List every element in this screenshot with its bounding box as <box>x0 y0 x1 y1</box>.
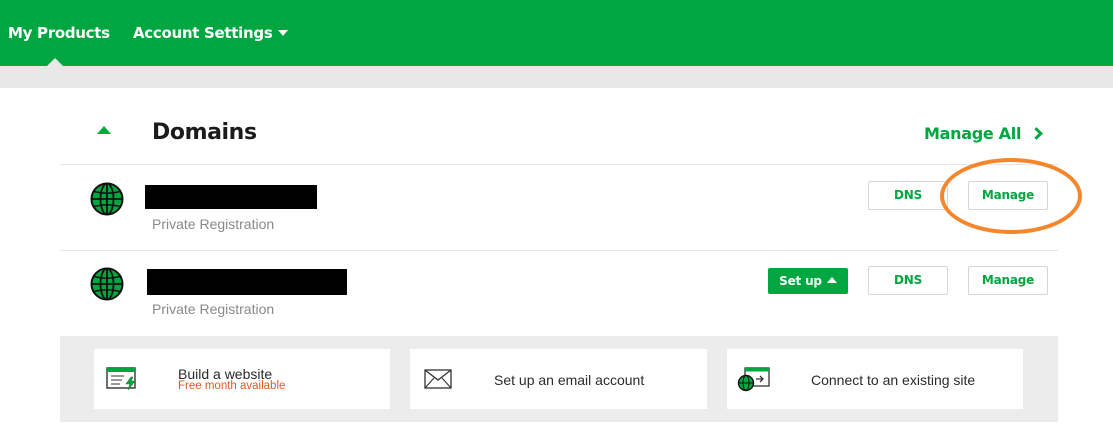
collapse-section-icon[interactable] <box>97 126 111 134</box>
globe-icon <box>90 182 124 216</box>
nav-account-settings-label: Account Settings <box>133 24 273 42</box>
globe-icon <box>90 267 124 301</box>
divider <box>60 164 1058 165</box>
registration-type: Private Registration <box>152 301 275 317</box>
redacted-domain-name <box>147 269 347 295</box>
website-builder-icon <box>106 367 136 391</box>
manage-button[interactable]: Manage <box>968 181 1048 210</box>
connect-site-icon <box>737 367 770 392</box>
manage-all-link[interactable]: Manage All <box>924 124 1021 143</box>
nav-account-settings[interactable]: Account Settings <box>133 24 289 42</box>
chevron-down-icon <box>278 30 289 36</box>
active-tab-indicator <box>47 58 63 66</box>
manage-button[interactable]: Manage <box>968 266 1048 295</box>
setup-button[interactable]: Set up <box>768 268 848 294</box>
top-nav: My Products Account Settings <box>0 0 1113 66</box>
redacted-domain-name <box>145 185 317 209</box>
setup-button-label: Set up <box>779 274 822 288</box>
chevron-up-icon <box>826 277 837 283</box>
email-account-title: Set up an email account <box>494 372 645 388</box>
build-website-card[interactable]: Build a website Free month available <box>94 349 390 409</box>
connect-site-card[interactable]: Connect to an existing site <box>727 349 1023 409</box>
connect-site-title: Connect to an existing site <box>811 372 976 388</box>
divider <box>60 250 1058 251</box>
registration-type: Private Registration <box>152 216 275 232</box>
chevron-right-icon[interactable] <box>1030 127 1043 140</box>
email-account-card[interactable]: Set up an email account <box>410 349 707 409</box>
envelope-icon <box>424 369 452 389</box>
section-title: Domains <box>152 120 257 145</box>
header-separator <box>0 66 1113 88</box>
promo-text: Free month available <box>178 380 286 392</box>
nav-my-products[interactable]: My Products <box>8 24 110 42</box>
dns-button[interactable]: DNS <box>868 181 948 210</box>
dns-button[interactable]: DNS <box>868 266 948 295</box>
